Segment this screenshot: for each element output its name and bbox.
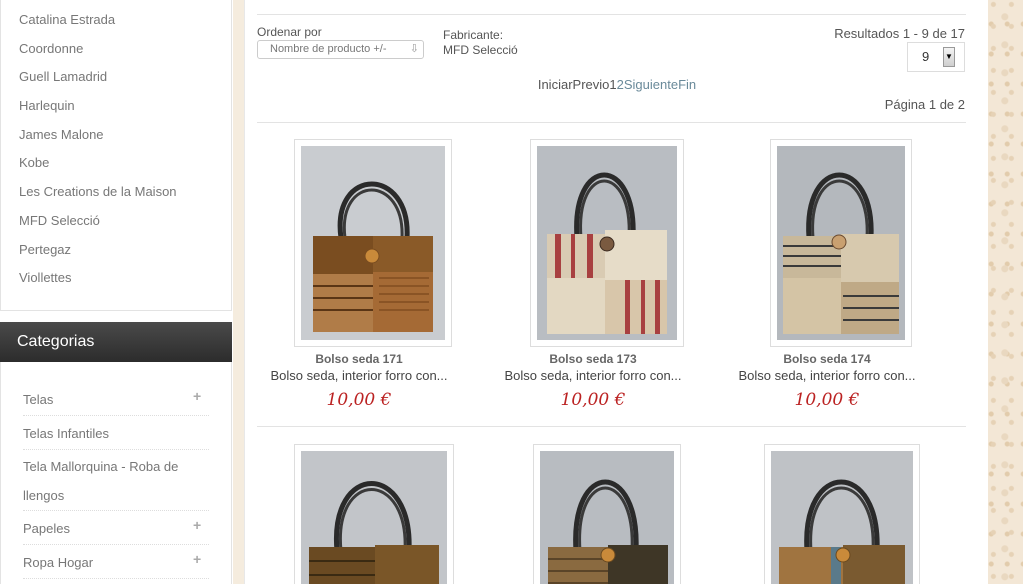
sort-value: Nombre de producto +/- — [270, 43, 387, 55]
dropdown-arrow-icon[interactable]: ▼ — [943, 47, 955, 67]
product-price: 10,00 € — [326, 390, 392, 410]
category-item-tela-mallorquina[interactable]: Tela Mallorquina - Roba de llengos — [23, 450, 209, 511]
divider — [257, 426, 966, 427]
product-image-link[interactable] — [533, 444, 681, 584]
left-sidebar: Catalina Estrada Coordonne Guell Lamadri… — [0, 0, 233, 584]
category-item-ropa-hogar[interactable]: Ropa Hogar + — [23, 545, 209, 579]
brand-link[interactable]: MFD Selecció — [1, 207, 231, 236]
product-image-link[interactable] — [294, 139, 452, 347]
pagination-next[interactable]: Siguiente — [624, 77, 678, 92]
pagination-page-2[interactable]: 2 — [617, 77, 624, 92]
category-label: Telas Infantiles — [23, 426, 109, 441]
product-description: Bolso seda, interior forro con... — [504, 368, 682, 383]
background-pattern — [988, 0, 1023, 584]
brand-link[interactable]: Catalina Estrada — [1, 6, 231, 35]
product-listing: Ordenar por Nombre de producto +/- ⇩ Fab… — [244, 0, 988, 584]
product-image — [771, 451, 913, 584]
brand-link[interactable]: Kobe — [1, 149, 231, 178]
sort-select[interactable]: Nombre de producto +/- ⇩ — [257, 40, 424, 59]
pagination-last[interactable]: Fin — [678, 77, 696, 92]
results-count: Resultados 1 - 9 de 17 — [834, 26, 965, 41]
pagination-first: Iniciar — [537, 77, 573, 92]
brand-link[interactable]: Harlequin — [1, 92, 231, 121]
manufacturer-label: Fabricante: — [443, 28, 504, 42]
product-name[interactable]: Bolso seda 174 — [710, 352, 944, 366]
category-label: Telas — [23, 392, 54, 407]
product-image-link[interactable] — [764, 444, 920, 584]
divider — [257, 122, 966, 123]
sort-arrow-icon: ⇩ — [409, 43, 419, 55]
brand-link[interactable]: Les Creations de la Maison — [1, 178, 231, 207]
pagination: IniciarPrevio12SiguienteFin — [245, 77, 989, 92]
product-description: Bolso seda, interior forro con... — [738, 368, 916, 383]
brand-link[interactable]: Viollettes — [1, 264, 231, 293]
per-page-select[interactable]: 9 ▼ — [907, 42, 965, 72]
category-list: Telas + Telas Infantiles Tela Mallorquin… — [0, 362, 232, 584]
sort-label: Ordenar por — [257, 25, 322, 39]
product-image-link[interactable] — [530, 139, 684, 347]
product-image-link[interactable] — [294, 444, 454, 584]
category-label: Ropa Hogar — [23, 555, 94, 570]
manufacturer-value: MFD Selecció — [443, 43, 518, 57]
categories-header: Categorias — [0, 322, 232, 362]
brand-link[interactable]: Pertegaz — [1, 236, 231, 265]
expand-plus-icon[interactable]: + — [193, 552, 203, 566]
category-item-papeles[interactable]: Papeles + — [23, 511, 209, 545]
brand-link[interactable]: James Malone — [1, 121, 231, 150]
product-price: 10,00 € — [560, 390, 626, 410]
category-item-telas[interactable]: Telas + — [23, 382, 209, 416]
brand-link[interactable]: Coordonne — [1, 35, 231, 64]
pagination-prev: Previo — [572, 77, 610, 92]
brand-link[interactable]: Guell Lamadrid — [1, 63, 231, 92]
per-page-value: 9 — [922, 49, 930, 64]
divider — [257, 14, 966, 15]
product-description: Bolso seda, interior forro con... — [270, 368, 448, 383]
product-image — [777, 146, 905, 340]
product-image — [537, 146, 677, 340]
category-item-telas-infantiles[interactable]: Telas Infantiles — [23, 416, 209, 450]
product-name[interactable]: Bolso seda 171 — [242, 352, 476, 366]
expand-plus-icon[interactable]: + — [193, 389, 203, 403]
category-label: Tela Mallorquina - Roba de llengos — [23, 459, 179, 503]
product-image — [301, 451, 447, 584]
pagination-page-1: 1 — [609, 77, 617, 92]
product-name[interactable]: Bolso seda 173 — [476, 352, 710, 366]
manufacturer-list: Catalina Estrada Coordonne Guell Lamadri… — [0, 0, 232, 311]
expand-plus-icon[interactable]: + — [193, 518, 203, 532]
product-image — [540, 451, 674, 584]
page-indicator: Página 1 de 2 — [884, 97, 965, 112]
product-image — [301, 146, 445, 340]
product-image-link[interactable] — [770, 139, 912, 347]
product-price: 10,00 € — [794, 390, 860, 410]
category-label: Papeles — [23, 521, 70, 536]
